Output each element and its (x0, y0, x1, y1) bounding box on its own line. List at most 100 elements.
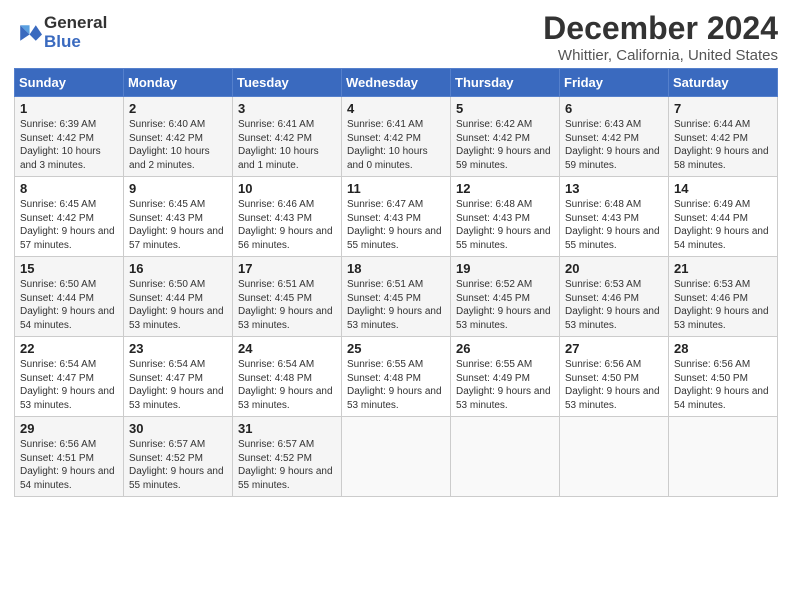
day-number: 9 (129, 181, 228, 196)
day-number: 4 (347, 101, 446, 116)
cell-detail: Sunrise: 6:48 AMSunset: 4:43 PMDaylight:… (456, 198, 555, 252)
cell-detail: Sunrise: 6:46 AMSunset: 4:43 PMDaylight:… (238, 198, 337, 252)
calendar-cell: 31 Sunrise: 6:57 AMSunset: 4:52 PMDayligh… (233, 417, 342, 497)
calendar-cell: 22Sunrise: 6:54 AMSunset: 4:47 PMDayligh… (15, 337, 124, 417)
calendar-cell: 12 Sunrise: 6:48 AMSunset: 4:43 PMDayligh… (451, 177, 560, 257)
calendar-cell (342, 417, 451, 497)
day-number: 7 (674, 101, 773, 116)
calendar-cell (451, 417, 560, 497)
cell-detail: Sunrise: 6:45 AMSunset: 4:43 PMDaylight:… (129, 198, 228, 252)
cell-detail: Sunrise: 6:56 AMSunset: 4:50 PMDaylight:… (565, 358, 664, 412)
day-number: 8 (20, 181, 119, 196)
calendar-cell: 29 Sunrise: 6:56 AMSunset: 4:51 PMDayligh… (15, 417, 124, 497)
day-number: 5 (456, 101, 555, 116)
cell-detail: Sunrise: 6:50 AMSunset: 4:44 PMDaylight:… (129, 278, 228, 332)
cell-detail: Sunrise: 6:50 AMSunset: 4:44 PMDaylight:… (20, 278, 119, 332)
main-title: December 2024 (543, 10, 778, 47)
calendar-cell (560, 417, 669, 497)
day-header-wednesday: Wednesday (342, 69, 451, 97)
day-header-thursday: Thursday (451, 69, 560, 97)
day-number: 28 (674, 341, 773, 356)
calendar-cell: 26 Sunrise: 6:55 AMSunset: 4:49 PMDayligh… (451, 337, 560, 417)
day-number: 10 (238, 181, 337, 196)
calendar-cell: 2 Sunrise: 6:40 AMSunset: 4:42 PMDaylight… (124, 97, 233, 177)
day-header-friday: Friday (560, 69, 669, 97)
calendar-cell: 10 Sunrise: 6:46 AMSunset: 4:43 PMDayligh… (233, 177, 342, 257)
subtitle: Whittier, California, United States (543, 47, 778, 64)
day-number: 27 (565, 341, 664, 356)
cell-detail: Sunrise: 6:57 AMSunset: 4:52 PMDaylight:… (238, 438, 337, 492)
calendar-body: 1 Sunrise: 6:39 AMSunset: 4:42 PMDaylight… (15, 97, 778, 497)
calendar-cell (669, 417, 778, 497)
logo-text: General Blue (44, 14, 107, 51)
calendar-cell: 21Sunrise: 6:53 AMSunset: 4:46 PMDayligh… (669, 257, 778, 337)
page-container: General Blue December 2024 Whittier, Cal… (0, 0, 792, 505)
cell-detail: Sunrise: 6:45 AMSunset: 4:42 PMDaylight:… (20, 198, 119, 252)
calendar-cell: 20 Sunrise: 6:53 AMSunset: 4:46 PMDayligh… (560, 257, 669, 337)
calendar-cell: 13 Sunrise: 6:48 AMSunset: 4:43 PMDayligh… (560, 177, 669, 257)
day-number: 12 (456, 181, 555, 196)
cell-detail: Sunrise: 6:41 AMSunset: 4:42 PMDaylight:… (347, 118, 446, 172)
day-number: 6 (565, 101, 664, 116)
cell-detail: Sunrise: 6:55 AMSunset: 4:48 PMDaylight:… (347, 358, 446, 412)
day-number: 2 (129, 101, 228, 116)
day-header-tuesday: Tuesday (233, 69, 342, 97)
week-row-1: 1 Sunrise: 6:39 AMSunset: 4:42 PMDaylight… (15, 97, 778, 177)
day-number: 24 (238, 341, 337, 356)
day-number: 16 (129, 261, 228, 276)
calendar-cell: 19 Sunrise: 6:52 AMSunset: 4:45 PMDayligh… (451, 257, 560, 337)
cell-detail: Sunrise: 6:53 AMSunset: 4:46 PMDaylight:… (565, 278, 664, 332)
day-number: 20 (565, 261, 664, 276)
cell-detail: Sunrise: 6:40 AMSunset: 4:42 PMDaylight:… (129, 118, 228, 172)
calendar-cell: 24 Sunrise: 6:54 AMSunset: 4:48 PMDayligh… (233, 337, 342, 417)
title-block: December 2024 Whittier, California, Unit… (543, 10, 778, 64)
day-number: 23 (129, 341, 228, 356)
week-row-5: 29 Sunrise: 6:56 AMSunset: 4:51 PMDayligh… (15, 417, 778, 497)
week-row-3: 15 Sunrise: 6:50 AMSunset: 4:44 PMDayligh… (15, 257, 778, 337)
calendar-cell: 3Sunrise: 6:41 AMSunset: 4:42 PMDaylight… (233, 97, 342, 177)
cell-detail: Sunrise: 6:54 AMSunset: 4:48 PMDaylight:… (238, 358, 337, 412)
calendar-cell: 4 Sunrise: 6:41 AMSunset: 4:42 PMDaylight… (342, 97, 451, 177)
day-header-saturday: Saturday (669, 69, 778, 97)
week-row-2: 8 Sunrise: 6:45 AMSunset: 4:42 PMDaylight… (15, 177, 778, 257)
day-number: 21 (674, 261, 773, 276)
day-number: 1 (20, 101, 119, 116)
cell-detail: Sunrise: 6:43 AMSunset: 4:42 PMDaylight:… (565, 118, 664, 172)
day-number: 26 (456, 341, 555, 356)
cell-detail: Sunrise: 6:56 AMSunset: 4:50 PMDaylight:… (674, 358, 773, 412)
calendar-cell: 17 Sunrise: 6:51 AMSunset: 4:45 PMDayligh… (233, 257, 342, 337)
cell-detail: Sunrise: 6:49 AMSunset: 4:44 PMDaylight:… (674, 198, 773, 252)
calendar-cell: 27 Sunrise: 6:56 AMSunset: 4:50 PMDayligh… (560, 337, 669, 417)
calendar-cell: 9 Sunrise: 6:45 AMSunset: 4:43 PMDaylight… (124, 177, 233, 257)
calendar-cell: 23Sunrise: 6:54 AMSunset: 4:47 PMDayligh… (124, 337, 233, 417)
day-number: 18 (347, 261, 446, 276)
cell-detail: Sunrise: 6:51 AMSunset: 4:45 PMDaylight:… (238, 278, 337, 332)
day-number: 14 (674, 181, 773, 196)
day-number: 22 (20, 341, 119, 356)
cell-detail: Sunrise: 6:55 AMSunset: 4:49 PMDaylight:… (456, 358, 555, 412)
logo-icon (14, 19, 42, 47)
day-number: 19 (456, 261, 555, 276)
day-number: 13 (565, 181, 664, 196)
calendar-cell: 28 Sunrise: 6:56 AMSunset: 4:50 PMDayligh… (669, 337, 778, 417)
calendar-cell: 6 Sunrise: 6:43 AMSunset: 4:42 PMDaylight… (560, 97, 669, 177)
day-number: 30 (129, 421, 228, 436)
cell-detail: Sunrise: 6:47 AMSunset: 4:43 PMDaylight:… (347, 198, 446, 252)
cell-detail: Sunrise: 6:41 AMSunset: 4:42 PMDaylight:… (238, 118, 337, 172)
day-number: 31 (238, 421, 337, 436)
day-number: 11 (347, 181, 446, 196)
day-number: 29 (20, 421, 119, 436)
cell-detail: Sunrise: 6:48 AMSunset: 4:43 PMDaylight:… (565, 198, 664, 252)
day-number: 17 (238, 261, 337, 276)
day-header-sunday: Sunday (15, 69, 124, 97)
calendar-header-row: SundayMondayTuesdayWednesdayThursdayFrid… (15, 69, 778, 97)
cell-detail: Sunrise: 6:56 AMSunset: 4:51 PMDaylight:… (20, 438, 119, 492)
day-number: 15 (20, 261, 119, 276)
calendar-cell: 5Sunrise: 6:42 AMSunset: 4:42 PMDaylight… (451, 97, 560, 177)
calendar-cell: 8 Sunrise: 6:45 AMSunset: 4:42 PMDaylight… (15, 177, 124, 257)
cell-detail: Sunrise: 6:39 AMSunset: 4:42 PMDaylight:… (20, 118, 119, 172)
cell-detail: Sunrise: 6:52 AMSunset: 4:45 PMDaylight:… (456, 278, 555, 332)
calendar-cell: 14 Sunrise: 6:49 AMSunset: 4:44 PMDayligh… (669, 177, 778, 257)
calendar-table: SundayMondayTuesdayWednesdayThursdayFrid… (14, 68, 778, 497)
cell-detail: Sunrise: 6:57 AMSunset: 4:52 PMDaylight:… (129, 438, 228, 492)
